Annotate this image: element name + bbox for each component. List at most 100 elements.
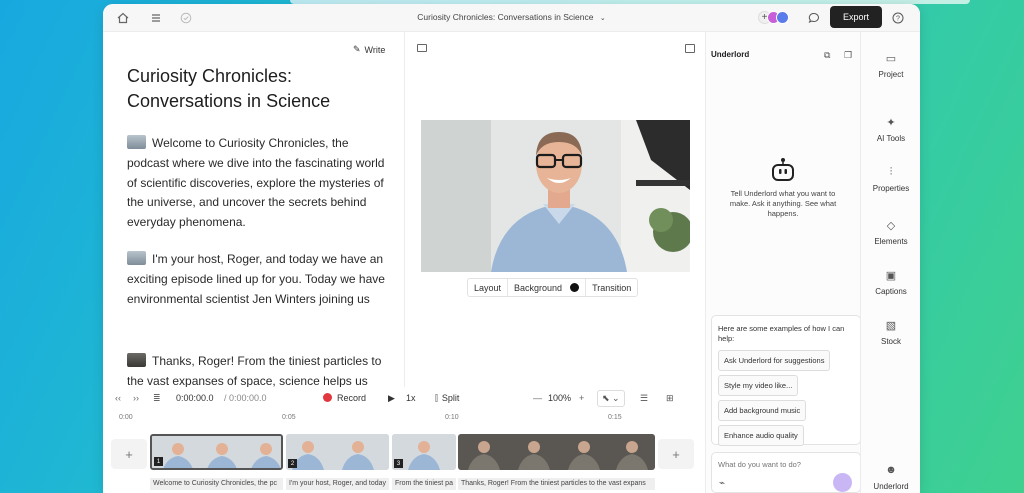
add-before-button[interactable]: + [111,439,147,469]
rail-item-underlord[interactable]: ☻ Underlord [861,464,920,491]
timeline-ruler[interactable]: 0:00 0:05 0:10 0:15 [103,412,705,428]
timeline-toolbar: ‹‹ ›› ≣ 0:00:00.0 / 0:00:00.0 Record ▶ 1… [103,387,705,409]
project-title[interactable]: Curiosity Chronicles: Conversations in S… [103,12,920,22]
aspect-ratio-icon[interactable] [417,44,427,52]
collapse-icon[interactable]: ‹‹ [115,393,121,403]
select-tool-dropdown[interactable]: ⬉ ⌄ [597,390,625,407]
send-button[interactable] [833,473,852,492]
captions-icon: ▣ [885,270,897,282]
export-button[interactable]: Export [830,6,882,28]
track-view-icon[interactable]: ☰ [640,393,648,404]
robot-icon: ☻ [885,464,897,476]
paragraph-text: I'm your host, Roger, and today we have … [127,252,385,306]
split-label: Split [441,393,460,403]
suggestion-chip[interactable]: Add background music [718,400,807,421]
right-rail: ▭ Project ✦ AI Tools ⫶ Properties ◇ Elements… [860,32,920,493]
grid-view-icon[interactable]: ⊞ [666,393,674,404]
duration: / 0:00:00.0 [224,393,267,403]
rail-label: Captions [875,287,907,296]
speaker-thumbnail[interactable] [127,251,146,265]
script-paragraph[interactable]: I'm your host, Roger, and today we have … [127,250,392,309]
canvas-controls: Layout Background Transition [467,278,639,297]
stock-media-icon: ▧ [885,320,897,332]
clip-caption[interactable]: Thanks, Roger! From the tiniest particle… [458,478,655,490]
rail-item-properties[interactable]: ⫶ Properties [861,166,920,193]
underlord-intro: Tell Underlord what you want to make. As… [729,189,837,218]
write-label: Write [364,44,386,55]
examples-card: Here are some examples of how I can help… [711,315,861,446]
new-chat-icon[interactable]: ⧉ [824,50,830,61]
speaker-thumbnail[interactable] [127,135,146,149]
transition-button[interactable]: Transition [586,279,637,296]
video-track: + 1 2 3 + [103,433,705,473]
expand-icon[interactable]: ›› [133,393,139,403]
timeline-clip[interactable]: 1 [150,434,283,470]
rail-item-stock[interactable]: ▧ Stock [861,319,920,346]
add-after-button[interactable]: + [658,439,694,469]
script-paragraph[interactable]: Welcome to Curiosity Chronicles, the pod… [127,134,392,233]
underlord-panel: Underlord ⧉ ❐ Tell Underlord what you wa… [705,32,861,493]
background-label: Background [514,282,563,293]
speed-selector[interactable]: 1x [406,393,416,403]
ruler-tick: 0:10 [445,414,459,421]
sliders-icon: ⫶ [889,166,893,178]
script-view-icon[interactable]: ≣ [153,393,161,404]
suggestion-chip[interactable]: Enhance audio quality [718,425,804,446]
split-button[interactable]: ⫿ Split [435,393,459,404]
rail-item-captions[interactable]: ▣ Captions [861,269,920,296]
rail-label: AI Tools [876,134,906,143]
avatar [776,11,789,24]
attach-icon[interactable]: ⌁ [719,478,725,489]
write-button[interactable]: ✎ Write [353,44,385,55]
project-title-text: Curiosity Chronicles: Conversations in S… [417,12,594,22]
clip-caption[interactable]: I'm your host, Roger, and today [286,478,389,490]
zoom-out-button[interactable]: — [533,393,542,403]
rail-item-elements[interactable]: ◇ Elements [861,219,920,246]
speaker-thumbnail[interactable] [127,353,146,367]
script-editor[interactable]: ✎ Write Curiosity Chronicles: Conversati… [103,32,405,387]
rail-label: Properties [872,184,910,193]
clip-thumbnails [152,436,281,468]
script-paragraph[interactable]: Thanks, Roger! From the tiniest particle… [127,352,392,387]
ruler-tick: 0:15 [608,414,622,421]
panel-toggle-icon[interactable] [685,44,695,53]
play-button[interactable]: ▶ [388,393,395,404]
panel-title: Underlord [711,50,750,59]
video-preview-panel: Layout Background Transition [405,32,705,387]
collaborators[interactable]: + [758,11,794,25]
layout-button[interactable]: Layout [468,279,509,296]
ruler-tick: 0:00 [119,414,133,421]
help-icon[interactable]: ? [890,10,906,26]
rail-label: Elements [874,237,908,246]
timeline-clip[interactable]: 3 [392,434,456,470]
suggestion-chip[interactable]: Ask Underlord for suggestions [718,350,831,371]
suggestion-chip[interactable]: Style my video like... [718,375,799,396]
rail-label: Stock [880,337,901,346]
ruler-tick: 0:05 [282,414,296,421]
zoom-level: 100% [548,393,572,403]
host-video-image [421,120,690,272]
background-button[interactable]: Background [508,279,587,296]
timeline-clip[interactable]: 2 [286,434,389,470]
timeline-clip[interactable] [458,434,655,470]
comment-icon[interactable] [806,10,822,26]
current-timecode: 0:00:00.0 [176,393,214,403]
chevron-down-icon: ⌄ [599,15,606,22]
clip-number: 2 [288,459,297,468]
copy-icon[interactable]: ❐ [844,50,852,61]
clip-caption[interactable]: From the tiniest pa [392,478,456,490]
record-button[interactable]: Record [323,393,366,403]
underlord-prompt-input[interactable] [718,460,828,469]
app-header: Curiosity Chronicles: Conversations in S… [103,4,920,32]
svg-text:?: ? [896,16,900,23]
shapes-icon: ◇ [886,220,896,232]
clip-caption[interactable]: Welcome to Curiosity Chronicles, the pc [150,478,283,490]
rail-item-ai-tools[interactable]: ✦ AI Tools [861,116,920,143]
rail-label: Underlord [873,482,909,491]
background-color-swatch [570,283,580,292]
zoom-in-button[interactable]: + [579,393,584,403]
video-frame[interactable] [421,120,690,272]
underlord-input-box: ⌁ [711,452,861,493]
rail-item-project[interactable]: ▭ Project [861,52,920,79]
document-title[interactable]: Curiosity Chronicles: Conversations in S… [127,64,377,114]
